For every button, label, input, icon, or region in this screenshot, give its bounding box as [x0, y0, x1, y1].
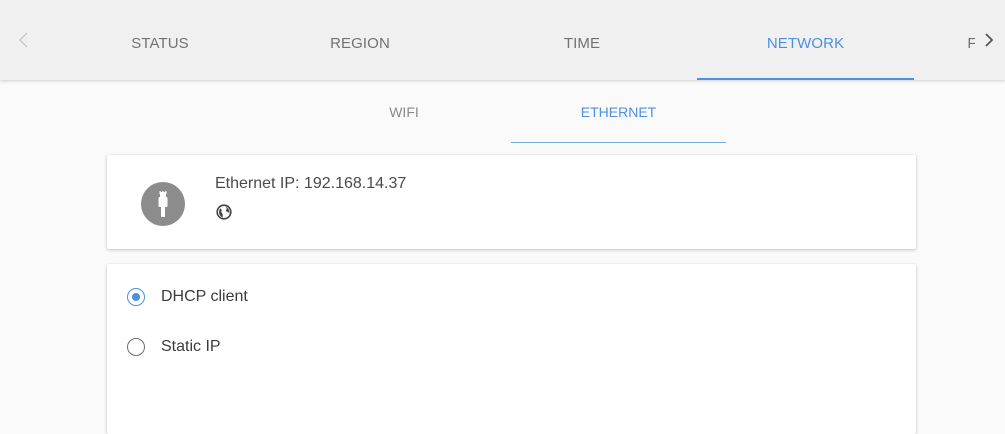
- ip-mode-card: DHCP client Static IP: [107, 264, 916, 434]
- ethernet-plug-icon: [141, 182, 185, 226]
- main-tabs: STATUS REGION TIME NETWORK F: [0, 0, 1005, 80]
- chevron-left-icon[interactable]: [6, 0, 42, 80]
- globe-icon: [216, 204, 232, 220]
- network-sub-tabs: WIFI ETHERNET: [0, 80, 1005, 144]
- main-tab-bar: STATUS REGION TIME NETWORK F: [0, 0, 1005, 80]
- tab-status[interactable]: STATUS: [100, 0, 220, 78]
- ethernet-ip-text: Ethernet IP: 192.168.14.37: [215, 175, 407, 192]
- static-ip-radio[interactable]: [127, 338, 145, 356]
- tab-time[interactable]: TIME: [522, 0, 642, 78]
- chevron-right-icon[interactable]: [975, 0, 1003, 80]
- tab-network[interactable]: NETWORK: [697, 0, 914, 80]
- dhcp-client-label: DHCP client: [161, 288, 248, 305]
- static-ip-label: Static IP: [161, 338, 221, 355]
- tab-ethernet[interactable]: ETHERNET: [511, 80, 726, 143]
- tab-wifi[interactable]: WIFI: [297, 80, 511, 142]
- tab-region[interactable]: REGION: [300, 0, 420, 78]
- ethernet-info-card: Ethernet IP: 192.168.14.37: [107, 155, 916, 249]
- dhcp-client-radio[interactable]: [127, 288, 145, 306]
